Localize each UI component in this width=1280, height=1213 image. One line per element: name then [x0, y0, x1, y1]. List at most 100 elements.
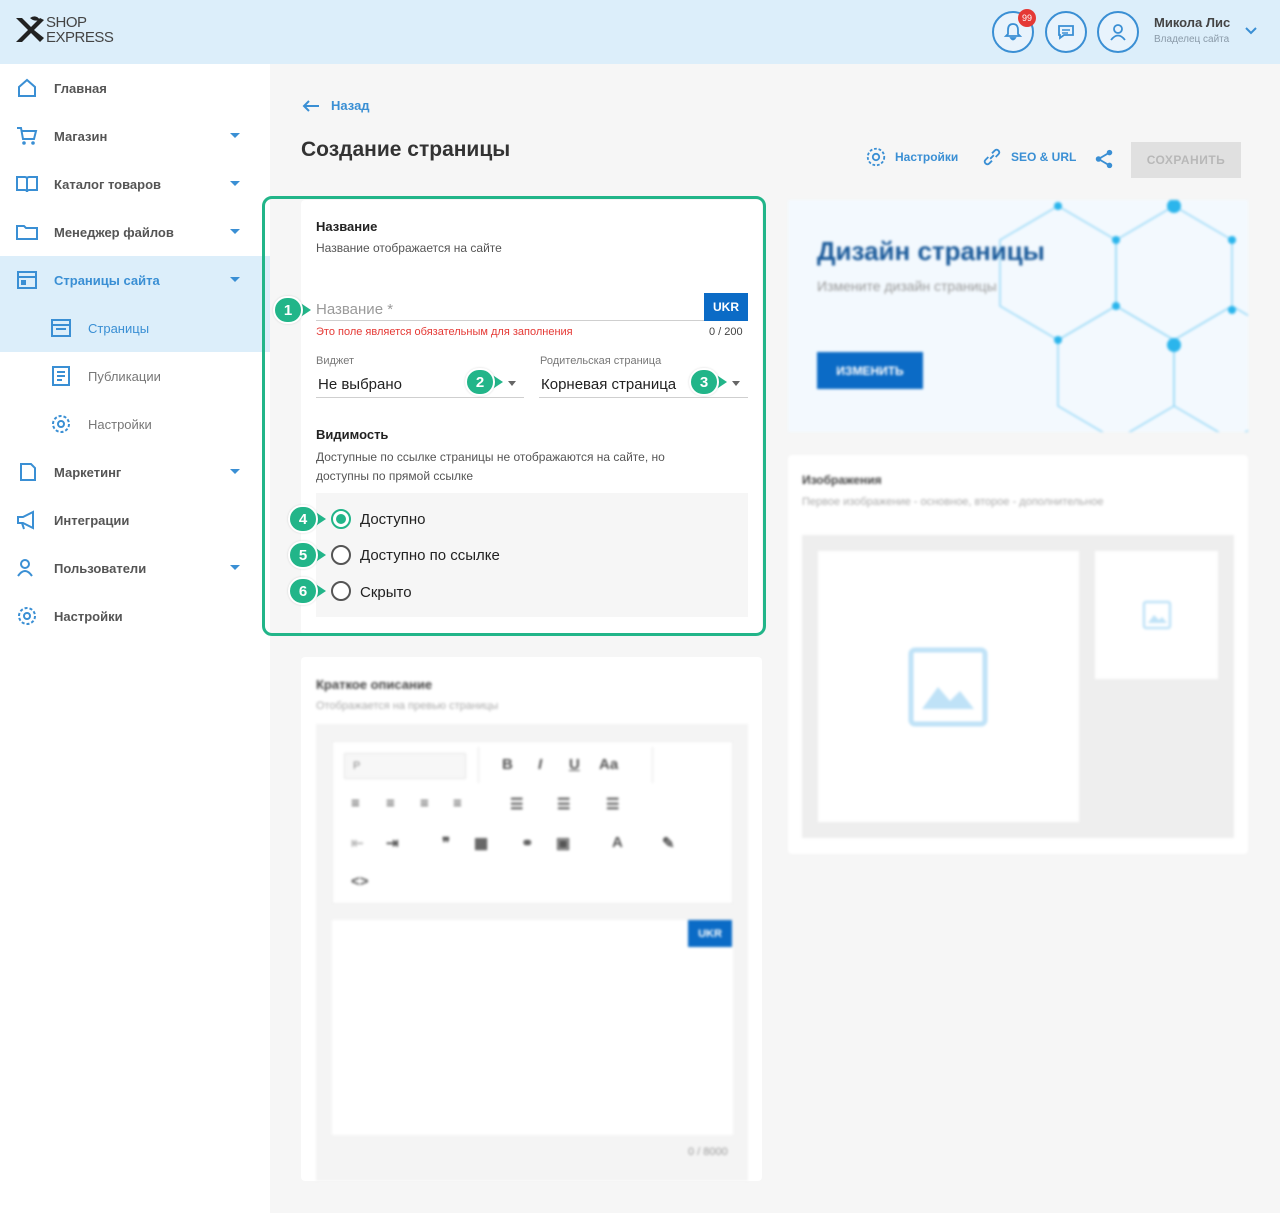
cart-icon: [17, 127, 38, 145]
image-icon[interactable]: ▣: [556, 834, 570, 852]
widget-label: Виджет: [316, 355, 355, 367]
settings-link[interactable]: Настройки: [865, 146, 958, 168]
logo[interactable]: SHOP EXPRESS: [14, 14, 114, 46]
chat-icon: [1058, 25, 1074, 40]
chevron-down-icon[interactable]: [1244, 24, 1258, 38]
user-icon: [1110, 24, 1126, 41]
users-icon: [17, 559, 33, 577]
book-icon: [16, 176, 38, 193]
link-icon[interactable]: ⚭: [521, 834, 534, 852]
indent-icon[interactable]: ⇥: [386, 834, 399, 852]
megaphone-icon: [17, 510, 34, 530]
bullet-list-icon[interactable]: ☰: [510, 795, 523, 813]
share-icon[interactable]: [1093, 148, 1115, 170]
secondary-image-slot[interactable]: [1095, 551, 1218, 679]
sidebar-item-home[interactable]: Главная: [0, 64, 270, 112]
italic-icon[interactable]: I: [538, 756, 542, 773]
chevron-down-icon[interactable]: [230, 469, 240, 474]
sidebar-item-catalog[interactable]: Каталог товаров: [0, 160, 270, 208]
sidebar-item-label: Страницы сайта: [54, 272, 160, 288]
page-title: Создание страницы: [301, 138, 511, 161]
bell-icon: [1003, 23, 1023, 41]
main-image-slot[interactable]: [818, 551, 1079, 822]
sidebar-subitem-publications[interactable]: Публикации: [0, 352, 270, 400]
images-subtitle: Первое изображение - основное, второе - …: [802, 496, 1104, 508]
sidebar-item-shop[interactable]: Магазин: [0, 112, 270, 160]
chevron-down-icon[interactable]: [230, 133, 240, 138]
align-left-icon[interactable]: ≡: [351, 795, 360, 812]
step-marker: 6: [288, 577, 334, 605]
chevron-down-icon[interactable]: [230, 565, 240, 570]
description-title: Краткое описание: [316, 677, 433, 692]
sidebar-subitem-pages[interactable]: Страницы: [0, 304, 270, 352]
visibility-radio-available[interactable]: [331, 509, 351, 529]
step-marker: 5: [288, 541, 334, 569]
step-marker: 4: [288, 505, 334, 533]
chevron-down-icon[interactable]: [230, 181, 240, 186]
seo-url-link[interactable]: SEO & URL: [981, 146, 1076, 168]
widget-value: Не выбрано: [318, 376, 402, 393]
profile-button[interactable]: [1097, 11, 1139, 53]
change-design-button[interactable]: ИЗМЕНИТЬ: [817, 352, 923, 389]
align-center-icon[interactable]: ≡: [386, 795, 395, 812]
visibility-radio-hidden[interactable]: [331, 581, 351, 601]
user-name[interactable]: Микола Лис: [1154, 15, 1230, 30]
align-justify-icon[interactable]: ≡: [453, 795, 462, 812]
bold-icon[interactable]: B: [502, 756, 513, 773]
table-icon[interactable]: ▦: [474, 834, 488, 852]
chevron-down-icon[interactable]: [230, 229, 240, 234]
underline-icon[interactable]: U: [569, 756, 580, 773]
sidebar-item-users[interactable]: Пользователи: [0, 544, 270, 592]
description-editor[interactable]: [332, 920, 733, 1135]
visibility-subtitle-line1: Доступные по ссылке страницы не отобража…: [316, 450, 665, 464]
sidebar-item-label: Настройки: [54, 608, 123, 624]
visibility-radio-by-link[interactable]: [331, 545, 351, 565]
visibility-option-label[interactable]: Доступно: [360, 511, 425, 528]
description-language-button[interactable]: UKR: [688, 920, 732, 947]
sidebar-subitem-settings[interactable]: Настройки: [0, 400, 270, 448]
visibility-title: Видимость: [316, 427, 389, 442]
sidebar-item-integrations[interactable]: Интеграции: [0, 496, 270, 544]
visibility-subtitle-line2: доступны по прямой ссылке: [316, 469, 474, 483]
numbered-list-icon[interactable]: ☰: [557, 795, 570, 813]
sidebar-item-settings[interactable]: Настройки: [0, 592, 270, 640]
outdent-icon[interactable]: ⇤: [351, 834, 364, 852]
text-color-icon[interactable]: A: [612, 834, 623, 851]
align-right-icon[interactable]: ≡: [420, 795, 429, 812]
sidebar-item-files[interactable]: Менеджер файлов: [0, 208, 270, 256]
line-height-icon[interactable]: ☰: [606, 795, 619, 813]
notifications-button[interactable]: 99: [992, 9, 1036, 53]
description-subtitle: Отображается на превью страницы: [316, 700, 499, 712]
name-section-subtitle: Название отображается на сайте: [316, 241, 502, 255]
highlight-color-icon[interactable]: ✎: [662, 834, 675, 852]
top-bar: SHOP EXPRESS 99 Микола Лис Владелец сайт…: [0, 0, 1280, 64]
sidebar-item-label: Маркетинг: [54, 464, 122, 480]
sidebar-item-marketing[interactable]: Маркетинг: [0, 448, 270, 496]
logo-text-line2: EXPRESS: [46, 29, 114, 46]
step-marker: 1: [273, 296, 319, 324]
home-icon: [18, 78, 36, 97]
hexagon-pattern-icon: [999, 200, 1248, 432]
arrow-left-icon: [302, 99, 319, 112]
font-size-icon[interactable]: Aa: [599, 756, 618, 773]
sidebar-item-label: Главная: [54, 80, 107, 96]
parent-page-value: Корневая страница: [541, 376, 677, 393]
image-placeholder-icon: [908, 647, 988, 727]
logo-icon: [14, 14, 44, 46]
visibility-option-label[interactable]: Скрыто: [360, 584, 412, 601]
sidebar-item-label: Интеграции: [54, 512, 130, 528]
chevron-down-icon[interactable]: [230, 277, 240, 282]
format-select[interactable]: P: [344, 753, 466, 779]
chat-button[interactable]: [1045, 11, 1087, 53]
sidebar-item-label: Пользователи: [54, 560, 147, 576]
code-view-icon[interactable]: <>: [351, 873, 369, 890]
language-button[interactable]: UKR: [704, 293, 748, 321]
sidebar-subitem-label: Страницы: [88, 320, 150, 336]
save-button[interactable]: СОХРАНИТЬ: [1131, 142, 1241, 178]
back-link[interactable]: Назад: [301, 98, 370, 113]
quote-icon[interactable]: ❞: [442, 834, 450, 852]
sidebar-item-site-pages[interactable]: Страницы сайта: [0, 256, 270, 304]
visibility-option-label[interactable]: Доступно по ссылке: [360, 547, 500, 564]
sidebar-subitem-label: Публикации: [88, 368, 161, 384]
page-design-card: [788, 200, 1248, 432]
